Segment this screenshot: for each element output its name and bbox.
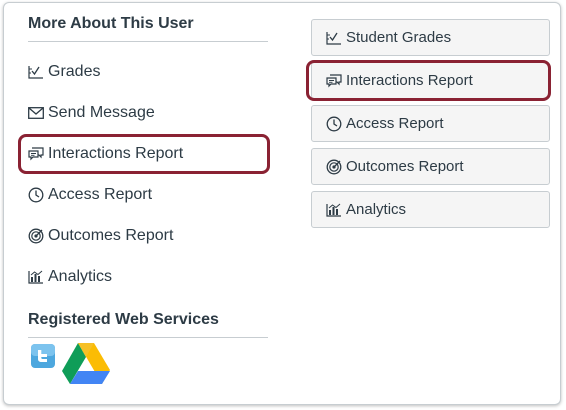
twitter-icon[interactable] xyxy=(30,343,56,374)
send-message-link-label: Send Message xyxy=(48,104,155,121)
analytics-button-label: Analytics xyxy=(346,201,407,218)
discussion-icon xyxy=(326,73,346,89)
clock-icon xyxy=(326,116,346,132)
more-about-user-heading: More About This User xyxy=(28,14,268,42)
outcomes-report-button[interactable]: Outcomes Report xyxy=(311,148,550,185)
envelope-icon xyxy=(28,105,48,121)
access-report-link-label: Access Report xyxy=(48,186,153,203)
interactions-report-link-label: Interactions Report xyxy=(48,145,184,162)
analytics-icon xyxy=(326,202,346,218)
student-grades-button[interactable]: Student Grades xyxy=(311,19,550,56)
analytics-link[interactable]: Analytics xyxy=(28,262,268,292)
send-message-link[interactable]: Send Message xyxy=(28,98,268,128)
google-drive-icon[interactable] xyxy=(62,343,110,390)
access-report-button-label: Access Report xyxy=(346,115,444,132)
registered-services-list xyxy=(30,343,110,390)
gradebook-icon xyxy=(28,64,48,80)
access-report-button[interactable]: Access Report xyxy=(311,105,550,142)
outcomes-report-link-label: Outcomes Report xyxy=(48,227,174,244)
interactions-report-button[interactable]: Interactions Report xyxy=(311,62,550,99)
access-report-link[interactable]: Access Report xyxy=(28,180,268,210)
discussion-icon xyxy=(28,146,48,162)
analytics-link-label: Analytics xyxy=(48,268,113,285)
analytics-button[interactable]: Analytics xyxy=(311,191,550,228)
clock-icon xyxy=(28,187,48,203)
outcomes-report-link[interactable]: Outcomes Report xyxy=(28,221,268,251)
student-grades-button-label: Student Grades xyxy=(346,29,452,46)
gradebook-icon xyxy=(326,30,346,46)
outcomes-icon xyxy=(326,159,346,175)
registered-web-services-heading: Registered Web Services xyxy=(28,310,268,338)
grades-link[interactable]: Grades xyxy=(28,57,268,87)
interactions-report-button-label: Interactions Report xyxy=(346,72,473,89)
interactions-report-link[interactable]: Interactions Report xyxy=(28,139,268,169)
outcomes-report-button-label: Outcomes Report xyxy=(346,158,464,175)
grades-link-label: Grades xyxy=(48,63,101,80)
outcomes-icon xyxy=(28,228,48,244)
analytics-icon xyxy=(28,269,48,285)
